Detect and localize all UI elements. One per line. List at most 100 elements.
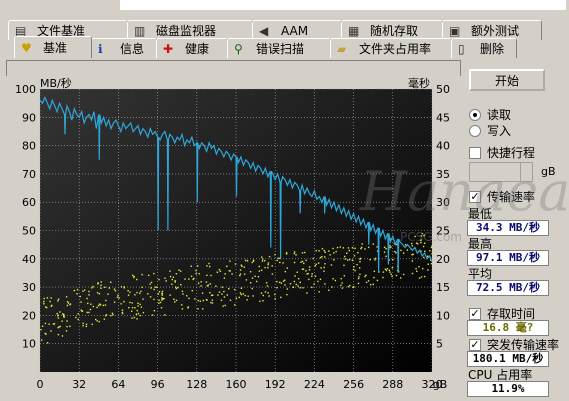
access-time-point: [46, 297, 49, 299]
access-time-point: [239, 292, 242, 294]
tab-tabs_top-2[interactable]: ◀ AAM: [252, 20, 342, 40]
access-time-point: [160, 307, 163, 309]
access-time-point: [411, 245, 414, 247]
title-bar-area: [120, 0, 566, 10]
access-time-point: [357, 277, 360, 280]
access-time-point: [75, 316, 77, 319]
tab-tabs_bottom-2[interactable]: ✚ 健康: [156, 38, 228, 58]
access-time-point: [90, 303, 92, 305]
access-time-point: [305, 259, 307, 262]
access-time-point: [48, 323, 50, 325]
access-time-point: [365, 281, 368, 284]
checkbox-box: [469, 146, 481, 159]
access-time-point: [382, 271, 385, 273]
short-stroke-checkbox[interactable]: 快捷行程: [469, 144, 535, 161]
access-time-point: [187, 306, 190, 308]
access-time-point: [107, 293, 109, 295]
tab-tabs_bottom-1[interactable]: ℹ 信息: [91, 38, 157, 58]
access-time-point: [249, 282, 252, 284]
access-time-point: [324, 251, 326, 253]
access-time-point: [153, 298, 155, 301]
access-time-point: [421, 267, 424, 270]
access-time-point: [364, 275, 366, 278]
tab-tabs_bottom-0[interactable]: ♥ 基准: [14, 36, 92, 58]
access-time-point: [246, 260, 249, 262]
access-time-point: [197, 299, 199, 302]
tab-tabs_bottom-5[interactable]: ▯ 删除: [451, 38, 517, 58]
write-radio[interactable]: 写入: [469, 122, 511, 139]
access-time-point: [299, 287, 301, 289]
access-time-point: [352, 268, 355, 271]
access-time-point: [50, 297, 52, 299]
tab-tabs_top-3[interactable]: ▦ 随机存取: [341, 20, 443, 40]
access-time-point: [174, 280, 176, 282]
access-time-point: [240, 293, 243, 296]
access-time-point: [163, 297, 165, 300]
access-time-point: [268, 255, 271, 258]
access-time-point: [308, 278, 310, 281]
access-time-point: [320, 267, 322, 269]
access-time-point: [164, 277, 166, 279]
access-time-point: [420, 239, 422, 242]
access-time-point: [174, 281, 176, 283]
access-time-point: [289, 282, 292, 285]
access-time-point: [205, 281, 208, 283]
access-time-point: [61, 320, 63, 322]
access-time-point: [324, 283, 326, 285]
cpu-value: 11.9%: [467, 381, 549, 397]
access-time-point: [395, 274, 398, 277]
access-time-point: [402, 252, 405, 254]
access-time-point: [238, 296, 241, 299]
access-time-point: [280, 296, 282, 299]
tab-tabs_bottom-4[interactable]: ▰ 文件夹占用率: [330, 38, 452, 58]
access-time-point: [271, 265, 273, 267]
access-time-point: [121, 309, 124, 311]
access-time-point: [229, 270, 231, 272]
y2-tick-label: 45: [436, 111, 450, 124]
access-time-point: [423, 235, 425, 237]
access-time-point: [172, 276, 175, 278]
access-time-point: [324, 263, 326, 265]
access-time-point: [262, 294, 264, 297]
access-time-point: [332, 278, 334, 280]
access-time-point: [242, 293, 244, 295]
tab-tabs_top-1[interactable]: ▥ 磁盘监视器: [127, 20, 253, 40]
access-time-point: [389, 244, 391, 247]
access-time-point: [315, 249, 317, 252]
access-time-point: [367, 280, 370, 282]
access-time-point: [293, 261, 296, 264]
access-time-point: [173, 298, 175, 300]
access-time-point: [317, 280, 319, 283]
start-button[interactable]: 开始: [469, 69, 545, 91]
y-tick-label: 60: [22, 196, 36, 209]
stepper-arrows[interactable]: [520, 163, 532, 181]
access-time-point: [427, 263, 429, 265]
access-time-point: [121, 312, 124, 315]
tab-tabs_bottom-3[interactable]: ⚲ 错误扫描: [227, 38, 331, 58]
access-time-point: [286, 267, 288, 269]
access-time-point: [293, 252, 296, 255]
access-time-point: [139, 314, 141, 317]
short-stroke-stepper[interactable]: [469, 162, 533, 182]
read-radio[interactable]: 读取: [469, 106, 511, 123]
access-time-point: [321, 256, 323, 258]
access-time-point: [372, 243, 374, 245]
access-time-point: [83, 289, 86, 291]
access-time-point: [63, 316, 66, 318]
checkbox-check: ✓: [469, 306, 481, 320]
transfer-rate-checkbox[interactable]: ✓ 传输速率: [469, 188, 535, 205]
tab-tabs_top-4[interactable]: ▣ 额外测试: [442, 20, 542, 40]
access-time-point: [200, 285, 202, 287]
access-time-point: [169, 275, 172, 278]
access-time-point: [96, 292, 99, 294]
access-time-point: [274, 253, 276, 256]
access-time-point: [140, 290, 142, 293]
access-time-point: [129, 301, 131, 304]
access-time-point: [111, 312, 114, 315]
max-value: 97.1 MB/秒: [467, 250, 549, 266]
access-time-point: [226, 265, 228, 268]
access-time-point: [402, 273, 405, 276]
access-time-point: [383, 251, 386, 253]
access-time-point: [412, 253, 414, 256]
access-time-point: [40, 339, 43, 341]
